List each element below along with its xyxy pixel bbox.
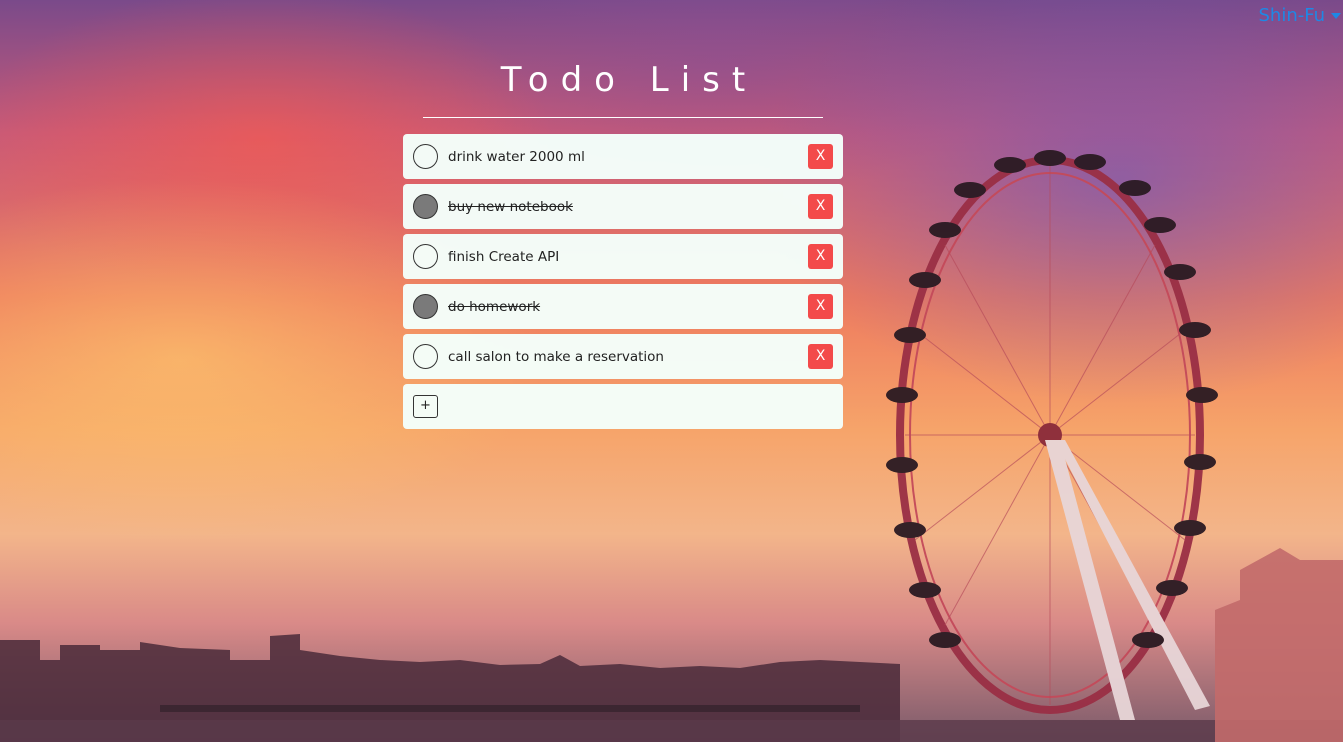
- todo-text[interactable]: buy new notebook: [448, 199, 808, 215]
- todo-item: drink water 2000 ml X: [403, 134, 843, 179]
- bridge: [160, 705, 860, 712]
- delete-button[interactable]: X: [808, 344, 833, 369]
- add-todo-button[interactable]: +: [413, 395, 438, 418]
- todo-text[interactable]: do homework: [448, 299, 808, 315]
- todo-text[interactable]: call salon to make a reservation: [448, 349, 808, 365]
- add-todo-row: +: [403, 384, 843, 429]
- caret-down-icon[interactable]: [1331, 12, 1341, 19]
- county-hall: [1215, 548, 1343, 742]
- delete-button[interactable]: X: [808, 294, 833, 319]
- complete-toggle[interactable]: [413, 194, 438, 219]
- todo-text[interactable]: drink water 2000 ml: [448, 149, 808, 165]
- page-title: Todo List: [500, 60, 758, 100]
- river: [0, 720, 1343, 742]
- delete-button[interactable]: X: [808, 144, 833, 169]
- todo-text[interactable]: finish Create API: [448, 249, 808, 265]
- delete-button[interactable]: X: [808, 194, 833, 219]
- delete-button[interactable]: X: [808, 244, 833, 269]
- title-divider: [423, 117, 823, 118]
- complete-toggle[interactable]: [413, 144, 438, 169]
- user-menu[interactable]: Shin-Fu: [1258, 5, 1341, 26]
- todo-list: drink water 2000 ml X buy new notebook X…: [403, 134, 843, 429]
- complete-toggle[interactable]: [413, 344, 438, 369]
- todo-item: do homework X: [403, 284, 843, 329]
- todo-item: call salon to make a reservation X: [403, 334, 843, 379]
- user-name[interactable]: Shin-Fu: [1258, 5, 1325, 26]
- complete-toggle[interactable]: [413, 294, 438, 319]
- todo-app: Todo List drink water 2000 ml X buy new …: [403, 55, 843, 434]
- todo-item: buy new notebook X: [403, 184, 843, 229]
- ferris-wheel: [886, 150, 1218, 720]
- todo-item: finish Create API X: [403, 234, 843, 279]
- complete-toggle[interactable]: [413, 244, 438, 269]
